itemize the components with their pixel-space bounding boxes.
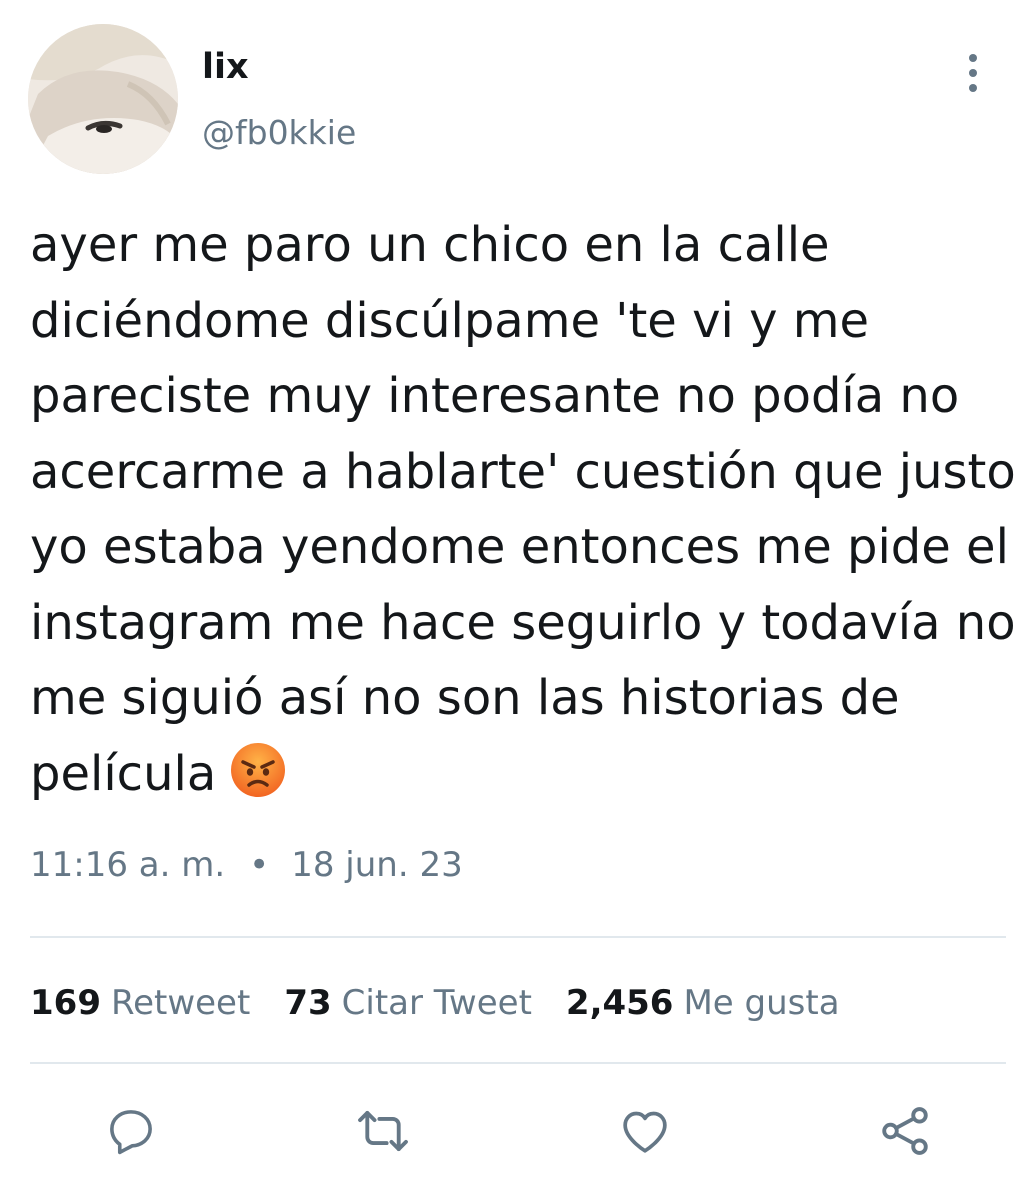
retweet-button[interactable]	[350, 1100, 416, 1166]
retweet-icon	[354, 1102, 412, 1164]
quotes-count: 73	[284, 983, 332, 1023]
tweet-text-line: yo estaba yendome entonces me pide el	[30, 519, 1009, 575]
angry-face-emoji	[230, 742, 286, 821]
more-vertical-icon-dot	[969, 69, 977, 77]
tweet-text-line: película	[30, 745, 217, 802]
tweet-time: 11:16 a. m.	[30, 845, 226, 885]
likes-label: Me gusta	[683, 983, 840, 1023]
tweet-text: ayer me paro un chico en la calle dicién…	[30, 208, 1020, 812]
meta-separator: •	[249, 845, 270, 885]
likes-count: 2,456	[565, 983, 674, 1023]
divider	[30, 936, 1006, 938]
reply-icon	[104, 1104, 158, 1162]
author-handle[interactable]: @fb0kkie	[202, 111, 356, 155]
reply-button[interactable]	[98, 1100, 164, 1166]
like-button[interactable]	[612, 1100, 678, 1166]
tweet-text-line: pareciste muy interesante no podía no	[30, 368, 960, 424]
quotes-stat[interactable]: 73 Citar Tweet	[284, 980, 532, 1026]
likes-stat[interactable]: 2,456 Me gusta	[566, 980, 840, 1026]
tweet-detail: lix @fb0kkie ayer me paro un chico en la…	[0, 0, 1034, 1200]
quotes-label: Citar Tweet	[341, 983, 532, 1023]
more-vertical-icon-dot	[969, 84, 977, 92]
tweet-text-line: acercarme a hablarte' cuestión que justo	[30, 443, 1016, 500]
divider	[30, 1062, 1006, 1064]
tweet-timestamp[interactable]: 11:16 a. m. • 18 jun. 23	[30, 842, 463, 888]
retweets-count: 169	[30, 983, 101, 1023]
share-icon	[876, 1102, 934, 1164]
more-options-button[interactable]	[950, 48, 996, 98]
share-button[interactable]	[872, 1100, 938, 1166]
avatar[interactable]	[28, 24, 178, 174]
engagement-stats: 169 Retweet 73 Citar Tweet 2,456 Me gusta	[30, 980, 874, 1026]
action-bar	[0, 1100, 1034, 1166]
heart-icon	[617, 1103, 673, 1163]
retweets-stat[interactable]: 169 Retweet	[30, 980, 250, 1026]
tweet-text-last-line: película	[30, 737, 1020, 813]
more-vertical-icon	[969, 54, 977, 62]
tweet-text-line: me siguió así no son las historias de	[30, 670, 900, 726]
author-display-name[interactable]: lix	[202, 44, 249, 90]
retweets-label: Retweet	[110, 983, 251, 1023]
tweet-text-line: ayer me paro un chico en la calle	[30, 217, 830, 273]
tweet-text-line: instagram me hace seguirlo y todavía no	[30, 594, 1016, 651]
tweet-text-line: diciéndome discúlpame 'te vi y me	[30, 292, 870, 349]
tweet-date: 18 jun. 23	[291, 845, 463, 885]
